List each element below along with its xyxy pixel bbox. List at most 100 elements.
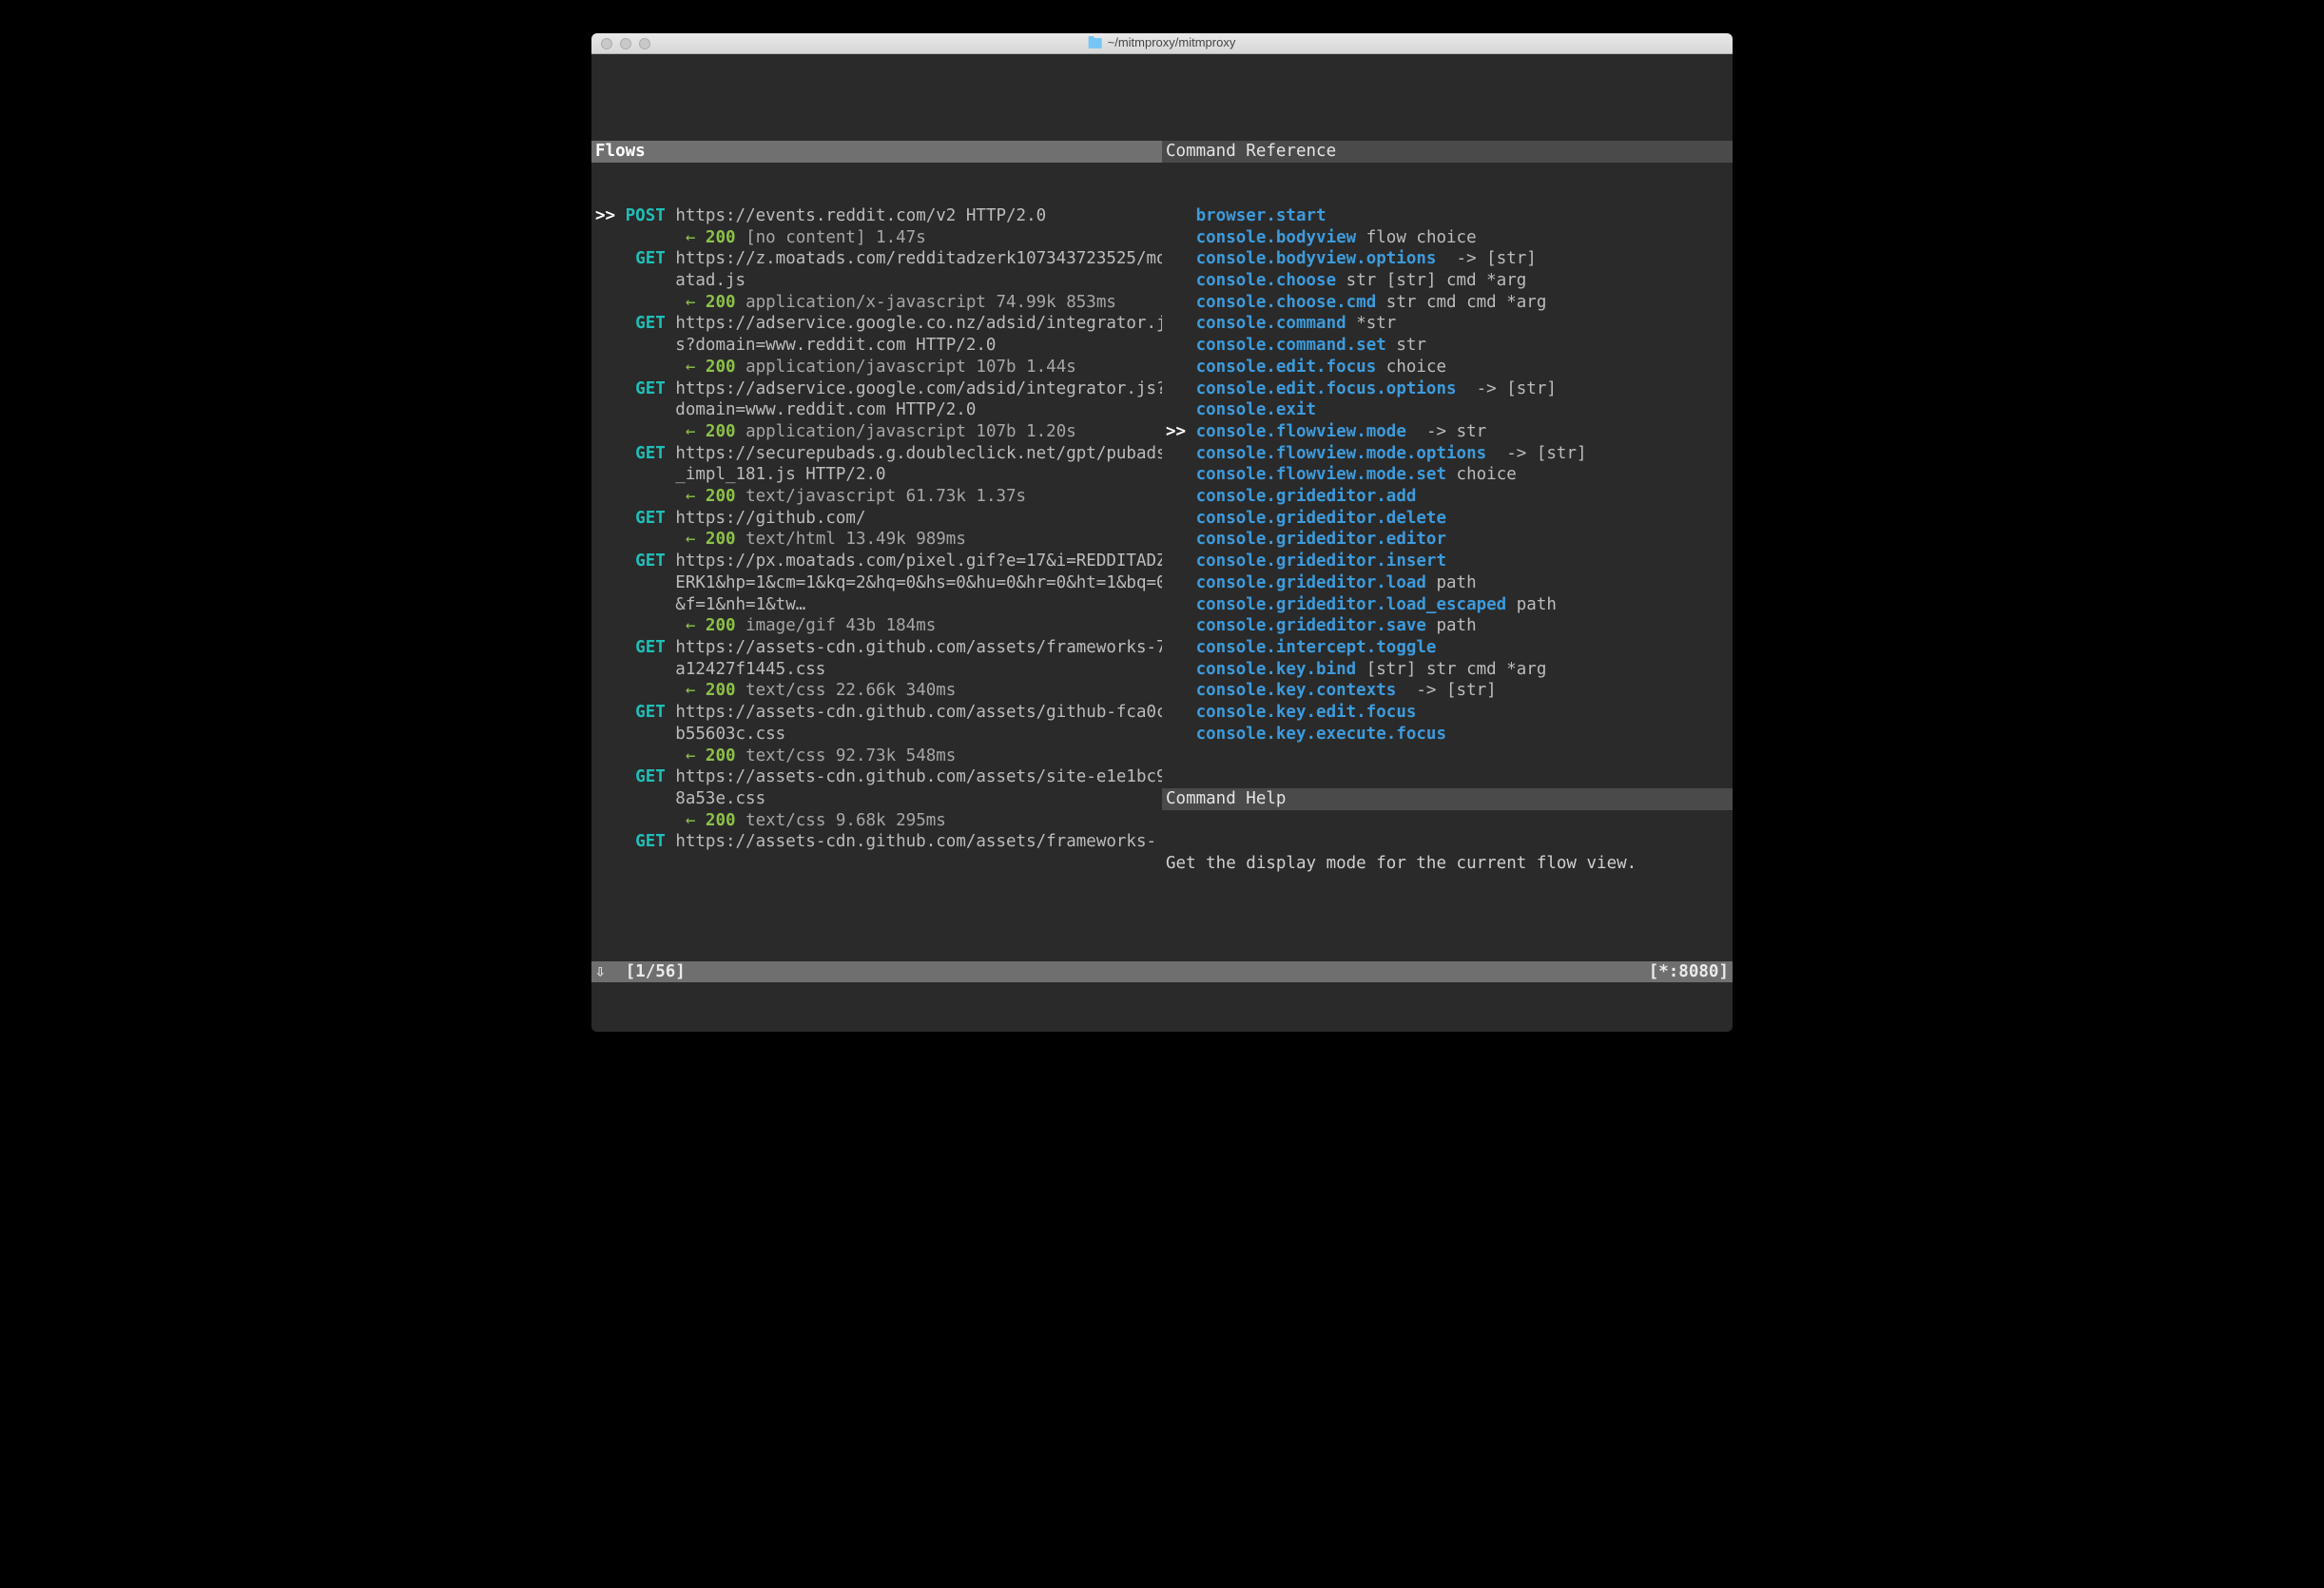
terminal-body[interactable]: Flows >> POST https://events.reddit.com/… (591, 54, 1733, 1032)
minimize-window-icon[interactable] (620, 38, 631, 49)
command-item[interactable]: console.key.bind [str] str cmd *arg (1162, 659, 1733, 681)
command-item[interactable]: console.intercept.toggle (1162, 637, 1733, 659)
flow-row[interactable]: GET https://assets-cdn.github.com/assets… (591, 766, 1162, 831)
response-meta: application/javascript 107b 1.44s (746, 358, 1076, 377)
flow-row[interactable]: GET https://securepubads.g.doubleclick.n… (591, 443, 1162, 508)
command-item[interactable]: console.command.set str (1162, 335, 1733, 357)
flow-url-cont: atad.js (675, 271, 746, 290)
command-item[interactable]: console.choose str [str] cmd *arg (1162, 270, 1733, 292)
command-item[interactable]: console.grideditor.save path (1162, 615, 1733, 637)
command-name: console.intercept.toggle (1196, 638, 1437, 657)
flow-method: GET (635, 552, 666, 571)
command-item[interactable]: console.key.edit.focus (1162, 702, 1733, 724)
response-meta: application/x-javascript 74.99k 853ms (746, 293, 1116, 312)
command-item[interactable]: console.bodyview flow choice (1162, 227, 1733, 249)
command-args: str [str] cmd *arg (1336, 271, 1526, 290)
command-item[interactable]: console.flowview.mode.options -> [str] (1162, 443, 1733, 465)
command-item[interactable]: >> console.flowview.mode -> str (1162, 421, 1733, 443)
close-window-icon[interactable] (601, 38, 612, 49)
flow-row[interactable]: GET https://assets-cdn.github.com/assets… (591, 831, 1162, 853)
response-status: 200 (706, 487, 736, 506)
command-item[interactable]: console.exit (1162, 399, 1733, 421)
flow-url: https://assets-cdn.github.com/assets/git… (675, 703, 1162, 722)
status-right: [*:8080] (1649, 961, 1729, 983)
flow-url: https://assets-cdn.github.com/assets/fra… (675, 832, 1156, 851)
command-args: choice (1376, 358, 1446, 377)
command-args: str (1386, 336, 1426, 355)
command-item[interactable]: console.grideditor.add (1162, 486, 1733, 508)
flow-url: https://events.reddit.com/v2 HTTP/2.0 (675, 206, 1046, 225)
command-item[interactable]: console.flowview.mode.set choice (1162, 464, 1733, 486)
flow-method: GET (635, 379, 666, 398)
command-item[interactable]: console.command *str (1162, 313, 1733, 335)
command-args: -> [str] (1396, 681, 1496, 700)
command-name: console.flowview.mode.set (1196, 465, 1446, 484)
flow-url: https://px.moatads.com/pixel.gif?e=17&i=… (675, 552, 1162, 571)
flow-method: GET (635, 314, 666, 333)
response-arrow-icon: ← (686, 616, 696, 635)
flow-method: GET (635, 703, 666, 722)
command-name: console.flowview.mode (1196, 422, 1406, 441)
command-name: console.command (1196, 314, 1346, 333)
command-item[interactable]: console.bodyview.options -> [str] (1162, 248, 1733, 270)
command-args: choice (1446, 465, 1517, 484)
flow-url-cont: s?domain=www.reddit.com HTTP/2.0 (675, 336, 996, 355)
command-args: -> str (1406, 422, 1486, 441)
flow-method: GET (635, 638, 666, 657)
command-name: browser.start (1196, 206, 1327, 225)
flow-url-cont: &f=1&nh=1&tw… (675, 595, 805, 614)
command-item[interactable]: console.key.contexts -> [str] (1162, 680, 1733, 702)
response-status: 200 (706, 746, 736, 765)
response-meta: text/javascript 61.73k 1.37s (746, 487, 1026, 506)
command-help-text: Get the display mode for the current flo… (1162, 853, 1733, 875)
window-title: ~/mitmproxy/mitmproxy (1108, 33, 1236, 54)
flow-url: https://adservice.google.com/adsid/integ… (675, 379, 1162, 398)
command-item[interactable]: console.grideditor.insert (1162, 551, 1733, 572)
flow-url-cont: a12427f1445.css (675, 660, 825, 679)
command-name: console.grideditor.editor (1196, 530, 1446, 549)
zoom-window-icon[interactable] (639, 38, 650, 49)
command-args: path (1426, 573, 1477, 592)
flow-url-cont: _impl_181.js HTTP/2.0 (675, 465, 885, 484)
command-item[interactable]: console.edit.focus.options -> [str] (1162, 378, 1733, 400)
flow-method: GET (635, 509, 666, 528)
command-item[interactable]: console.edit.focus choice (1162, 357, 1733, 378)
flow-row[interactable]: GET https://github.com/ ← 200 text/html … (591, 508, 1162, 551)
command-args: [str] str cmd *arg (1356, 660, 1546, 679)
traffic-lights (591, 38, 650, 49)
flow-row[interactable]: GET https://adservice.google.com/adsid/i… (591, 378, 1162, 443)
flow-row[interactable]: GET https://assets-cdn.github.com/assets… (591, 637, 1162, 702)
command-name: console.key.bind (1196, 660, 1357, 679)
response-meta: text/css 22.66k 340ms (746, 681, 956, 700)
command-name: console.edit.focus.options (1196, 379, 1457, 398)
flow-row[interactable]: >> POST https://events.reddit.com/v2 HTT… (591, 205, 1162, 248)
flows-header: Flows (591, 141, 1162, 163)
command-name: console.bodyview (1196, 228, 1357, 247)
command-args: -> [str] (1457, 379, 1557, 398)
response-arrow-icon: ← (686, 530, 696, 549)
command-reference-pane[interactable]: Command Reference browser.start console.… (1162, 97, 1733, 918)
response-meta: application/javascript 107b 1.20s (746, 422, 1076, 441)
response-status: 200 (706, 293, 736, 312)
command-name: console.flowview.mode.options (1196, 444, 1487, 463)
command-item[interactable]: console.choose.cmd str cmd cmd *arg (1162, 292, 1733, 314)
window-titlebar[interactable]: ~/mitmproxy/mitmproxy (591, 33, 1733, 54)
flow-url: https://github.com/ (675, 509, 865, 528)
flow-row[interactable]: GET https://assets-cdn.github.com/assets… (591, 702, 1162, 766)
response-arrow-icon: ← (686, 487, 696, 506)
command-item[interactable]: browser.start (1162, 205, 1733, 227)
response-meta: text/html 13.49k 989ms (746, 530, 966, 549)
flow-url: https://adservice.google.co.nz/adsid/int… (675, 314, 1162, 333)
command-name: console.grideditor.save (1196, 616, 1426, 635)
command-item[interactable]: console.grideditor.editor (1162, 529, 1733, 551)
flow-row[interactable]: GET https://px.moatads.com/pixel.gif?e=1… (591, 551, 1162, 637)
command-item[interactable]: console.grideditor.load_escaped path (1162, 594, 1733, 616)
flow-method: GET (635, 444, 666, 463)
command-item[interactable]: console.grideditor.delete (1162, 508, 1733, 530)
flow-row[interactable]: GET https://z.moatads.com/redditadzerk10… (591, 248, 1162, 313)
command-item[interactable]: console.key.execute.focus (1162, 724, 1733, 746)
flow-row[interactable]: GET https://adservice.google.co.nz/adsid… (591, 313, 1162, 378)
flows-pane[interactable]: Flows >> POST https://events.reddit.com/… (591, 97, 1162, 918)
response-meta: image/gif 43b 184ms (746, 616, 936, 635)
command-item[interactable]: console.grideditor.load path (1162, 572, 1733, 594)
